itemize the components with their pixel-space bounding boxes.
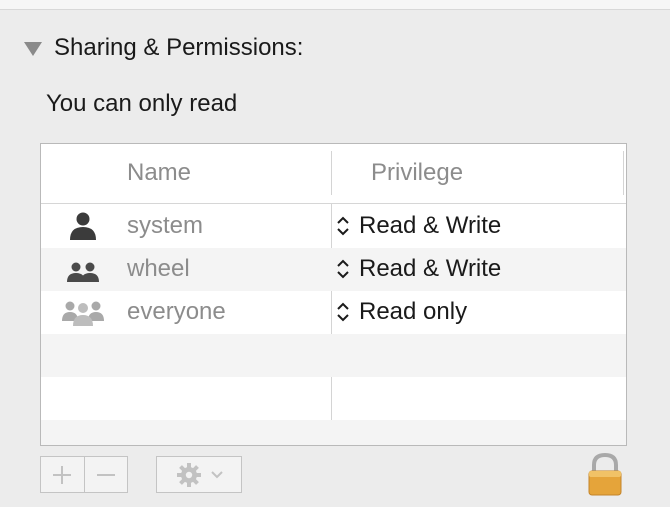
minus-icon — [96, 473, 115, 476]
group-icon — [67, 262, 99, 282]
gear-icon — [177, 462, 201, 487]
user-name: everyone — [127, 298, 226, 325]
lock-icon[interactable] — [584, 452, 626, 496]
everyone-icon — [62, 301, 104, 326]
user-name: wheel — [127, 255, 190, 282]
single-user-icon — [70, 212, 96, 240]
chevron-down-icon — [211, 470, 223, 478]
up-down-chevron-icon — [337, 302, 349, 322]
empty-row — [41, 377, 626, 420]
sharing-permissions-header[interactable]: Sharing & Permissions: — [24, 34, 303, 62]
add-button[interactable] — [41, 457, 84, 492]
up-down-chevron-icon — [337, 259, 349, 279]
permissions-table: Name Privilege system Read & Write wheel — [40, 143, 627, 446]
permission-status: You can only read — [46, 90, 238, 117]
header-divider[interactable] — [331, 151, 332, 195]
add-remove-segmented-control — [40, 456, 128, 493]
empty-row — [41, 334, 626, 377]
column-header-name[interactable]: Name — [127, 159, 191, 187]
action-menu-button[interactable] — [156, 456, 242, 493]
header-divider-right — [623, 151, 624, 195]
window-top-edge — [0, 0, 670, 10]
column-header-privilege[interactable]: Privilege — [371, 159, 463, 187]
privilege-popup[interactable]: Read & Write — [335, 252, 501, 286]
privilege-value: Read only — [359, 298, 468, 325]
table-row[interactable]: everyone Read only — [41, 291, 626, 334]
up-down-chevron-icon — [337, 216, 349, 236]
table-row[interactable]: system Read & Write — [41, 205, 626, 248]
disclosure-triangle-icon[interactable] — [24, 42, 42, 56]
table-row[interactable]: wheel Read & Write — [41, 248, 626, 291]
plus-icon — [53, 465, 72, 484]
privilege-value: Read & Write — [359, 212, 502, 239]
table-footer-toolbar — [40, 452, 630, 496]
section-title: Sharing & Permissions: — [54, 34, 304, 61]
privilege-popup[interactable]: Read & Write — [335, 209, 501, 243]
table-header: Name Privilege — [41, 144, 626, 204]
empty-row — [41, 420, 626, 445]
user-name: system — [127, 212, 204, 239]
privilege-popup[interactable]: Read only — [335, 295, 467, 329]
remove-button[interactable] — [83, 457, 128, 492]
privilege-value: Read & Write — [359, 255, 502, 282]
